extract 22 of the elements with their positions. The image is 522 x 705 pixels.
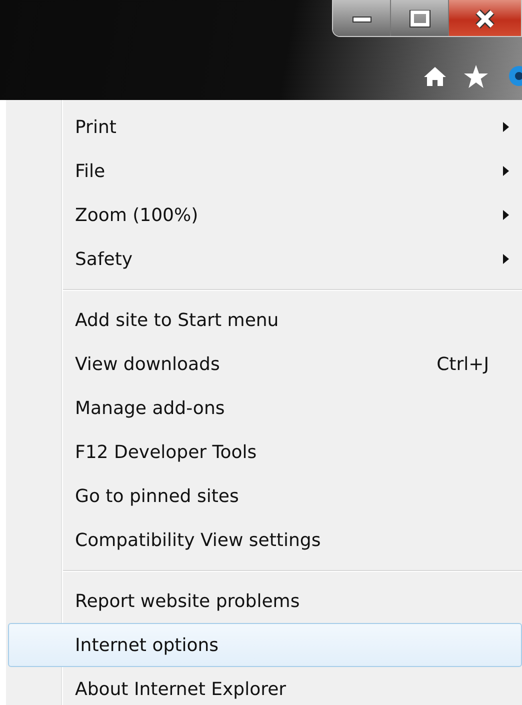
menu-item[interactable]: Print bbox=[8, 105, 522, 149]
menu-item[interactable]: F12 Developer Tools bbox=[8, 430, 522, 474]
settings-icon[interactable] bbox=[506, 63, 522, 89]
menu-item[interactable]: About Internet Explorer bbox=[8, 667, 522, 705]
maximize-button[interactable] bbox=[391, 0, 449, 36]
home-icon[interactable] bbox=[424, 66, 446, 86]
maximize-icon bbox=[408, 10, 430, 28]
menu-item[interactable]: Safety bbox=[8, 237, 522, 281]
menu-item[interactable]: Compatibility View settings bbox=[8, 518, 522, 562]
minimize-button[interactable] bbox=[333, 0, 391, 36]
menu-item[interactable]: Report website problems bbox=[8, 579, 522, 623]
close-button[interactable] bbox=[449, 0, 521, 36]
menu-item[interactable]: Manage add-ons bbox=[8, 386, 522, 430]
menu-item[interactable]: Zoom (100%) bbox=[8, 193, 522, 237]
menu-item[interactable]: View downloads Ctrl+J bbox=[8, 342, 522, 386]
menu-item[interactable]: Add site to Start menu bbox=[8, 298, 522, 342]
menu-item[interactable]: Internet options bbox=[8, 623, 522, 667]
favorites-star-icon[interactable] bbox=[464, 64, 488, 88]
menu-item[interactable]: Go to pinned sites bbox=[8, 474, 522, 518]
minimize-icon bbox=[350, 14, 372, 24]
close-icon bbox=[474, 9, 496, 29]
menu-item[interactable]: File bbox=[8, 149, 522, 193]
